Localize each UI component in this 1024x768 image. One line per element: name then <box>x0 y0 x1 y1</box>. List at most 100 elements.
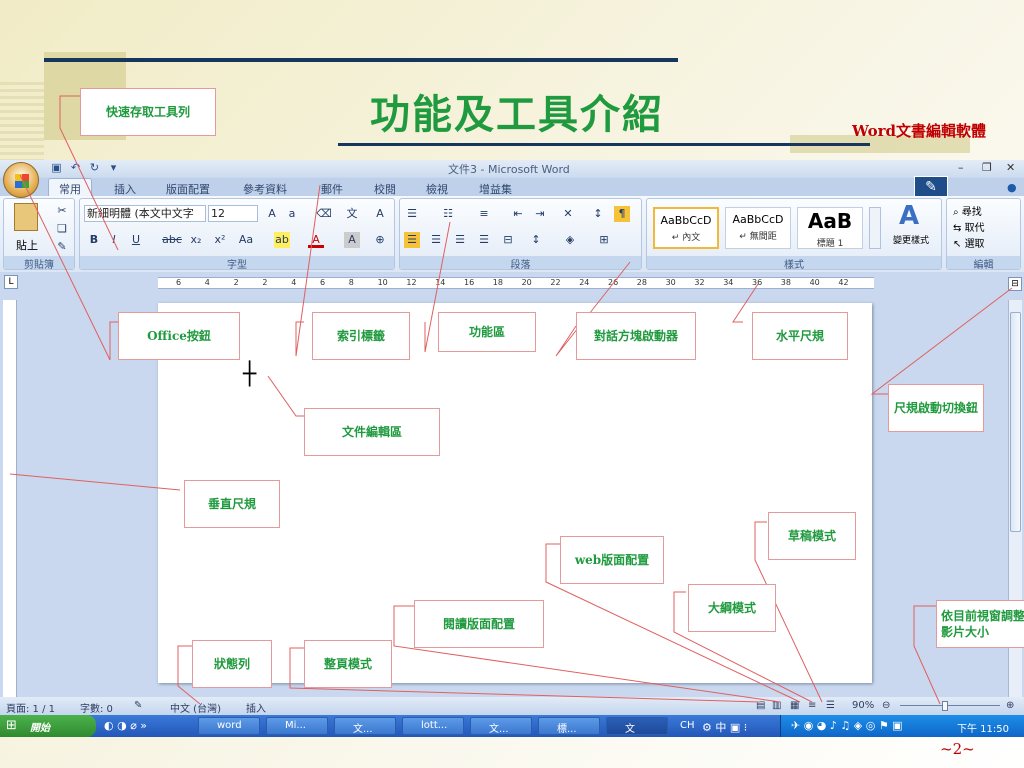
borders-icon[interactable]: ⊞ <box>596 232 612 248</box>
tab-home[interactable]: 常用 <box>48 178 92 197</box>
phonetic-icon[interactable]: 文 <box>344 206 360 222</box>
zoom-in-icon[interactable]: ⊕ <box>1006 700 1014 711</box>
ruler-toggle-button[interactable]: ⊟ <box>1008 277 1022 291</box>
sort-icon[interactable]: ↕ <box>590 206 606 222</box>
grow-font-icon[interactable]: A <box>264 206 280 222</box>
tab-review[interactable]: 校閱 <box>374 181 396 197</box>
tab-mailings[interactable]: 郵件 <box>321 181 343 197</box>
paste-button-label[interactable]: 貼上 <box>16 237 38 253</box>
underline-icon[interactable]: U <box>128 232 144 248</box>
styles-scroll[interactable] <box>869 207 881 249</box>
tab-page-layout[interactable]: 版面配置 <box>166 181 210 197</box>
taskbar-button[interactable]: lott... <box>402 717 464 735</box>
align-center-icon[interactable]: ☰ <box>428 232 444 248</box>
status-language[interactable]: 中文 (台灣) <box>170 700 221 715</box>
enclose-char-icon[interactable]: ⊕ <box>372 232 388 248</box>
decrease-indent-icon[interactable]: ⇤ <box>510 206 526 222</box>
restore-icon[interactable]: ❐ <box>982 161 992 174</box>
status-mode[interactable]: 插入 <box>246 700 266 715</box>
change-styles-icon[interactable]: A <box>899 201 919 231</box>
font-name-select[interactable]: 新細明體 (本文中文字 <box>84 205 206 222</box>
tab-insert[interactable]: 插入 <box>114 181 136 197</box>
zoom-slider-track[interactable] <box>900 705 1000 706</box>
ime-indicator[interactable]: CH <box>680 720 695 731</box>
tab-addins[interactable]: 增益集 <box>479 181 512 197</box>
copy-icon[interactable]: ❏ <box>54 221 70 237</box>
group-editing: ⌕ 尋找 ⇆ 取代 ↖ 選取 編輯 <box>946 198 1021 271</box>
paste-icon[interactable] <box>14 203 38 231</box>
line-spacing-icon[interactable]: ↕ <box>528 232 544 248</box>
shading-icon[interactable]: ◈ <box>562 232 578 248</box>
proofing-icon[interactable]: ✎ <box>134 700 142 711</box>
taskbar-button[interactable]: Mi... <box>266 717 328 735</box>
replace-button[interactable]: ⇆ 取代 <box>953 219 985 234</box>
italic-icon[interactable]: I <box>106 232 122 248</box>
style-heading-1[interactable]: AaB 標題 1 <box>797 207 863 249</box>
reading-layout-icon[interactable]: ▥ <box>772 700 781 711</box>
increase-indent-icon[interactable]: ⇥ <box>532 206 548 222</box>
char-shading-icon[interactable]: A <box>344 232 360 248</box>
bullets-icon[interactable]: ☰ <box>404 206 420 222</box>
print-layout-icon[interactable]: ▤ <box>756 700 765 711</box>
taskbar-button[interactable]: 文... <box>334 717 396 735</box>
help-icon[interactable]: ● <box>1007 181 1017 194</box>
zoom-slider-handle[interactable] <box>942 701 948 711</box>
shrink-font-icon[interactable]: a <box>284 206 300 222</box>
style-normal[interactable]: AaBbCcD ↵ 內文 <box>653 207 719 249</box>
web-layout-icon[interactable]: ▦ <box>790 700 799 711</box>
font-size-select[interactable]: 12 <box>208 205 258 222</box>
redo-icon[interactable]: ↻ <box>88 161 101 174</box>
undo-icon[interactable]: ↶ <box>69 161 82 174</box>
highlight-icon[interactable]: ab <box>274 232 290 248</box>
vertical-ruler[interactable] <box>3 300 17 700</box>
taskbar-button[interactable]: 文... <box>470 717 532 735</box>
tab-references[interactable]: 參考資料 <box>243 181 287 197</box>
align-right-icon[interactable]: ☰ <box>452 232 468 248</box>
minimize-icon[interactable]: – <box>958 161 964 174</box>
save-icon[interactable]: ▣ <box>50 161 63 174</box>
font-color-icon[interactable]: A <box>308 232 324 248</box>
clear-format-icon[interactable]: ⌫ <box>316 206 332 222</box>
ruler-tab-selector[interactable]: L <box>4 275 18 289</box>
asian-layout-icon[interactable]: ✕ <box>560 206 576 222</box>
draft-icon[interactable]: ☰ <box>826 700 835 711</box>
style-no-spacing[interactable]: AaBbCcD ↵ 無間距 <box>725 207 791 249</box>
customize-icon[interactable]: ▾ <box>107 161 120 174</box>
show-marks-icon[interactable]: ¶ <box>614 206 630 222</box>
char-border-icon[interactable]: A <box>372 206 388 222</box>
horizontal-ruler[interactable]: 6 4 2 2 4 6 8 10 12 14 16 18 20 22 24 26 28 30 32 34 36 38 40 4… <box>158 277 874 289</box>
select-button[interactable]: ↖ 選取 <box>953 235 985 250</box>
quicklaunch-icons[interactable]: ◐ ◑ ⌀ » <box>104 719 147 732</box>
cut-icon[interactable]: ✂ <box>54 203 70 219</box>
tray-icons[interactable]: ✈ ◉ ◕ ♪ ♫ ◈ ◎ ⚑ ▣ <box>791 719 903 732</box>
close-icon[interactable]: ✕ <box>1006 161 1015 174</box>
change-case-icon[interactable]: Aa <box>238 232 254 248</box>
scroll-thumb[interactable] <box>1010 312 1021 532</box>
taskbar-button-active[interactable]: 文 <box>606 717 668 735</box>
taskbar-button[interactable]: 標... <box>538 717 600 735</box>
bold-icon[interactable]: B <box>86 232 102 248</box>
find-button[interactable]: ⌕ 尋找 <box>953 203 982 218</box>
outline-icon[interactable]: ≡ <box>808 700 816 711</box>
superscript-icon[interactable]: x² <box>212 232 228 248</box>
taskbar-button[interactable]: word <box>198 717 260 735</box>
status-page[interactable]: 頁面: 1 / 1 <box>6 700 55 715</box>
subscript-icon[interactable]: x₂ <box>188 232 204 248</box>
office-button[interactable] <box>3 162 39 198</box>
ime-toolbar-icons[interactable]: ⚙ 中 ▣ ⁝ <box>702 719 747 735</box>
clock[interactable]: 下午 11:50 <box>957 720 1009 735</box>
status-words[interactable]: 字數: 0 <box>80 700 113 715</box>
change-styles-label[interactable]: 變更樣式 <box>887 233 935 246</box>
zoom-level[interactable]: 90% <box>852 700 874 711</box>
tab-view[interactable]: 檢視 <box>426 181 448 197</box>
justify-icon[interactable]: ☰ <box>476 232 492 248</box>
distribute-icon[interactable]: ⊟ <box>500 232 516 248</box>
zoom-out-icon[interactable]: ⊖ <box>882 700 890 711</box>
multilevel-list-icon[interactable]: ≡ <box>476 206 492 222</box>
format-painter-icon[interactable]: ✎ <box>54 239 70 255</box>
ribbon-tabs: 常用 插入 版面配置 參考資料 郵件 校閱 檢視 增益集 ✎ ● <box>0 176 1024 198</box>
strikethrough-icon[interactable]: abc <box>160 232 184 248</box>
ruler-tick: 6 <box>320 278 326 287</box>
numbering-icon[interactable]: ☷ <box>440 206 456 222</box>
align-left-icon[interactable]: ☰ <box>404 232 420 248</box>
